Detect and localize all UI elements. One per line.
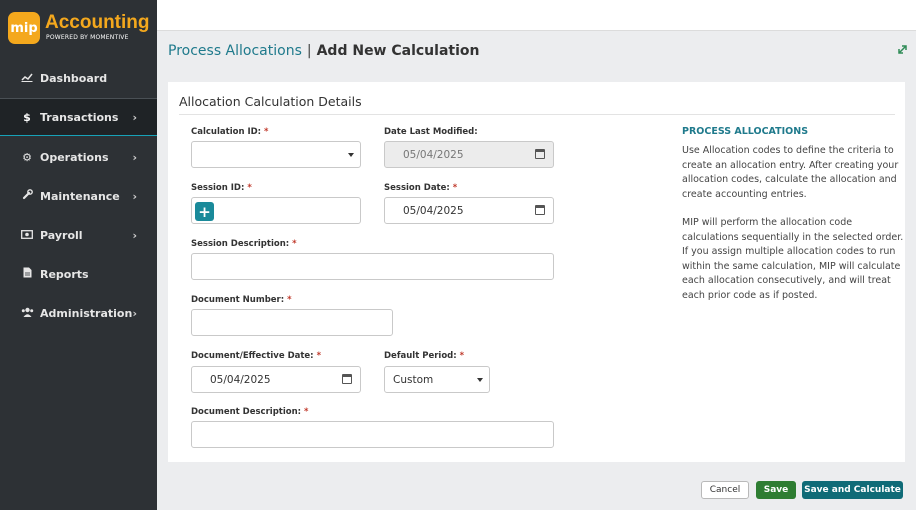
add-session-button[interactable]: + [195,202,214,221]
sidebar-item-administration[interactable]: Administration › [0,294,157,332]
help-paragraph: MIP will perform the allocation code cal… [682,217,904,301]
default-period-label: Default Period: * [384,351,465,361]
chevron-right-icon: › [132,228,137,242]
sidebar-item-payroll[interactable]: Payroll › [0,216,157,254]
divider [179,114,895,115]
document-effective-date-field[interactable]: 05/04/2025 [191,366,361,393]
sidebar-item-label: Dashboard [40,71,108,85]
calendar-icon[interactable] [535,205,545,215]
sidebar-item-label: Operations [40,150,109,164]
sidebar-item-dashboard[interactable]: Dashboard [0,59,157,97]
default-period-select[interactable]: Custom [384,366,490,393]
caret-down-icon [477,378,483,382]
sidebar-item-reports[interactable]: Reports [0,255,157,293]
chevron-right-icon: › [132,150,137,164]
page-header: Process Allocations | Add New Calculatio… [157,31,916,71]
session-id-field[interactable]: + [191,197,361,224]
logo-subtitle: POWERED BY MOMENTIVE [46,34,129,41]
expand-icon[interactable] [897,44,908,58]
money-bill-icon [20,229,34,242]
dollar-icon: $ [23,110,31,124]
date-last-modified-field: 05/04/2025 [384,141,554,168]
logo-badge: mip [8,12,40,44]
file-icon [20,267,34,281]
sidebar-item-label: Payroll [40,228,83,242]
session-date-label: Session Date: * [384,183,458,193]
session-description-label: Session Description: * [191,239,297,249]
calendar-icon[interactable] [342,374,352,384]
page-title: Add New Calculation [316,43,480,59]
chevron-right-icon: › [132,306,137,320]
session-date-field[interactable]: 05/04/2025 [384,197,554,224]
document-description-label: Document Description: * [191,407,309,417]
sidebar-item-label: Administration [40,306,133,320]
chart-line-icon [20,72,34,85]
sidebar-item-maintenance[interactable]: Maintenance › [0,177,157,215]
sidebar-item-operations[interactable]: ⚙ Operations › [0,138,157,176]
save-and-calculate-button[interactable]: Save and Calculate [802,481,903,499]
sidebar-item-transactions[interactable]: $ Transactions › [0,98,157,136]
help-title: PROCESS ALLOCATIONS [682,126,809,137]
calculation-id-select[interactable] [191,141,361,168]
top-bar [157,0,916,31]
sidebar: mip Accounting POWERED BY MOMENTIVE Dash… [0,0,157,510]
cancel-button[interactable]: Cancel [701,481,749,499]
breadcrumb-separator: | [306,43,312,59]
save-button[interactable]: Save [756,481,796,499]
sidebar-item-label: Reports [40,267,89,281]
date-last-modified-label: Date Last Modified: [384,127,478,137]
sidebar-item-label: Maintenance [40,189,120,203]
session-id-label: Session ID: * [191,183,252,193]
users-icon [20,307,34,320]
help-paragraph: Use Allocation codes to define the crite… [682,145,899,200]
sidebar-item-label: Transactions [40,110,119,124]
document-effective-date-label: Document/Effective Date: * [191,351,322,361]
breadcrumb-link[interactable]: Process Allocations [168,43,302,59]
document-description-field[interactable] [191,421,554,448]
document-number-label: Document Number: * [191,295,292,305]
calendar-icon [535,149,545,159]
calculation-id-label: Calculation ID: * [191,127,269,137]
gears-icon: ⚙ [22,150,32,164]
chevron-right-icon: › [132,110,137,124]
document-number-field[interactable] [191,309,393,336]
caret-down-icon [348,153,354,157]
wrench-icon [20,189,34,203]
session-description-field[interactable] [191,253,554,280]
section-title: Allocation Calculation Details [179,94,362,109]
logo-title: Accounting [45,12,150,33]
chevron-right-icon: › [132,189,137,203]
